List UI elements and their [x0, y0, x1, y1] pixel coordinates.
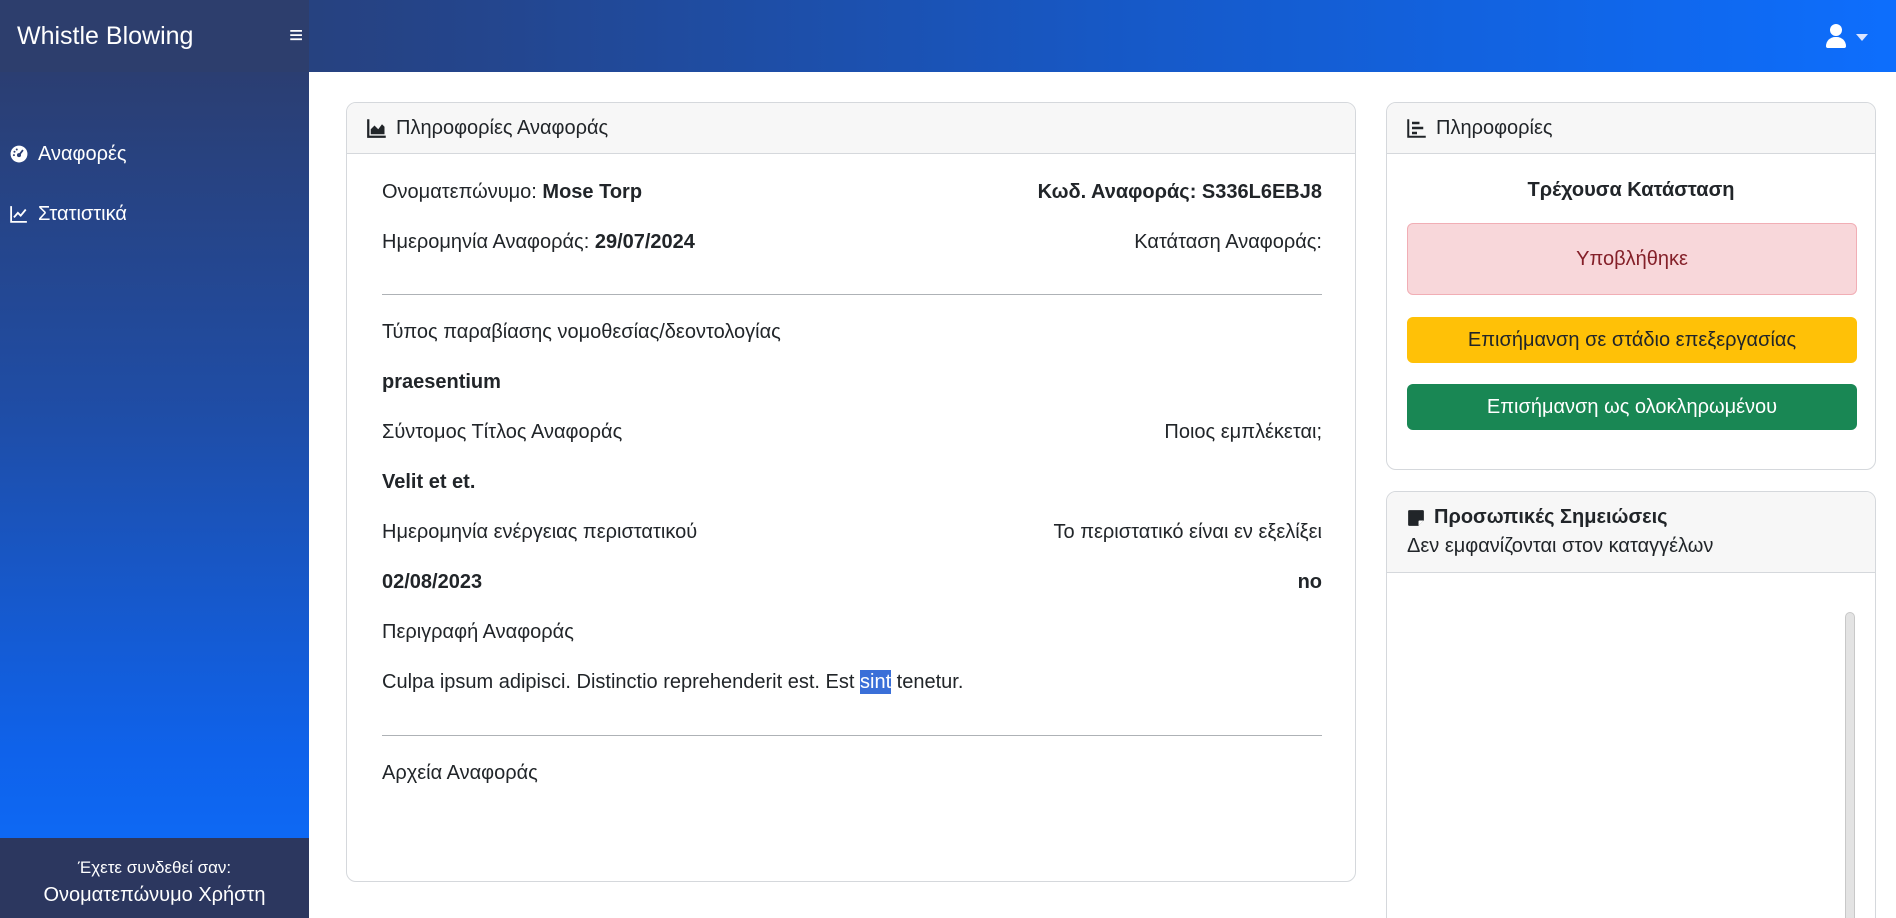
description-text-start: Culpa ipsum adipisci. Distinctio reprehe…	[382, 671, 860, 693]
current-status-title: Τρέχουσα Κατάσταση	[1527, 179, 1735, 201]
top-navbar: Whistle Blowing ≡	[0, 0, 1896, 72]
bar-chart-icon	[1407, 119, 1426, 138]
status-label: Κατάταση Αναφοράς:	[1134, 231, 1322, 253]
report-info-card: Πληροφορίες Αναφοράς Ονοματεπώνυμο: Mose…	[346, 102, 1356, 882]
violation-value: praesentium	[382, 371, 501, 393]
short-title-value: Velit et et.	[382, 471, 476, 493]
gauge-icon	[10, 145, 28, 163]
logged-in-panel: Έχετε συνδεθεί σαν: Ονοματεπώνυμο Χρήστη	[0, 838, 309, 918]
files-label: Αρχεία Αναφοράς	[382, 762, 538, 784]
sidebar-item-statistics[interactable]: Στατιστικά	[10, 198, 127, 230]
name-code-row: Ονοματεπώνυμο: Mose Torp Κωδ. Αναφοράς: …	[382, 180, 1322, 204]
user-menu-dropdown[interactable]	[1824, 22, 1868, 52]
report-info-title: Πληροφορίες Αναφοράς	[396, 116, 609, 139]
short-title-value-row: Velit et et.	[382, 470, 1322, 494]
personal-notes-card: Προσωπικές Σημειώσεις Δεν εμφανίζονται σ…	[1386, 491, 1876, 918]
divider	[382, 735, 1322, 736]
user-icon	[1824, 24, 1848, 50]
mark-completed-button[interactable]: Επισήμανση ως ολοκληρωμένου	[1407, 384, 1857, 430]
short-title-label: Σύντομος Τίτλος Αναφοράς	[382, 421, 623, 443]
username: Ονοματεπώνυμο Χρήστη	[43, 884, 266, 906]
incident-date-value: 02/08/2023	[382, 571, 483, 593]
status-info-title: Πληροφορίες	[1436, 116, 1553, 139]
violation-label-row: Τύπος παραβίασης νομοθεσίας/δεοντολογίας	[382, 320, 1322, 344]
date-status-row: Ημερομηνία Αναφοράς: 29/07/2024 Κατάταση…	[382, 230, 1322, 254]
sidebar: Αναφορές Στατιστικά Έχετε συνδεθεί σαν: …	[0, 72, 309, 918]
sidebar-item-reports[interactable]: Αναφορές	[10, 138, 127, 170]
report-info-header: Πληροφορίες Αναφοράς	[347, 103, 1355, 154]
notes-scrollbar[interactable]	[1845, 612, 1855, 918]
sidebar-item-label: Στατιστικά	[38, 202, 127, 225]
status-badge: Υποβλήθηκε	[1407, 223, 1857, 295]
ongoing-value: no	[1297, 571, 1322, 593]
sidebar-toggle-icon[interactable]: ≡	[284, 22, 308, 50]
description-text-end: tenetur.	[891, 671, 964, 693]
ongoing-label: Το περιστατικό είναι εν εξελίξει	[1053, 521, 1322, 543]
notes-title: Προσωπικές Σημειώσεις	[1434, 506, 1668, 528]
files-label-row: Αρχεία Αναφοράς	[382, 761, 1322, 785]
mark-processing-button[interactable]: Επισήμανση σε στάδιο επεξεργασίας	[1407, 317, 1857, 363]
selected-text: sint	[860, 670, 892, 694]
chart-area-icon	[367, 119, 386, 138]
notes-subtitle: Δεν εμφανίζονται στον καταγγέλων	[1407, 535, 1714, 557]
status-info-card: Πληροφορίες Τρέχουσα Κατάσταση Υποβλήθηκ…	[1386, 102, 1876, 470]
code-value: S336L6EBJ8	[1201, 181, 1322, 203]
description-label: Περιγραφή Αναφοράς	[382, 621, 574, 643]
divider	[382, 294, 1322, 295]
caret-down-icon	[1856, 33, 1868, 41]
violation-value-row: praesentium	[382, 370, 1322, 394]
involved-label: Ποιος εμπλέκεται;	[1164, 421, 1322, 443]
status-info-header: Πληροφορίες	[1387, 103, 1875, 154]
date-label: Ημερομηνία Αναφοράς:	[382, 231, 590, 253]
violation-label: Τύπος παραβίασης νομοθεσίας/δεοντολογίας	[382, 321, 781, 343]
brand-title[interactable]: Whistle Blowing	[0, 0, 309, 72]
date-value: 29/07/2024	[594, 231, 695, 253]
sticky-note-icon	[1408, 509, 1424, 526]
name-label: Ονοματεπώνυμο:	[382, 181, 537, 203]
incident-row: Ημερομηνία ενέργειας περιστατικού Το περ…	[382, 520, 1322, 544]
name-value: Mose Torp	[542, 181, 643, 203]
description-label-row: Περιγραφή Αναφοράς	[382, 620, 1322, 644]
notes-header: Προσωπικές Σημειώσεις Δεν εμφανίζονται σ…	[1387, 492, 1875, 573]
title-involved-row: Σύντομος Τίτλος Αναφοράς Ποιος εμπλέκετα…	[382, 420, 1322, 444]
incident-date-label: Ημερομηνία ενέργειας περιστατικού	[382, 521, 698, 543]
description-text: Culpa ipsum adipisci. Distinctio reprehe…	[382, 670, 1322, 694]
sidebar-item-label: Αναφορές	[38, 142, 127, 165]
logged-in-label: Έχετε συνδεθεί σαν:	[77, 858, 232, 877]
chart-line-icon	[10, 206, 27, 223]
code-label: Κωδ. Αναφοράς:	[1037, 181, 1197, 203]
incident-values-row: 02/08/2023 no	[382, 570, 1322, 594]
